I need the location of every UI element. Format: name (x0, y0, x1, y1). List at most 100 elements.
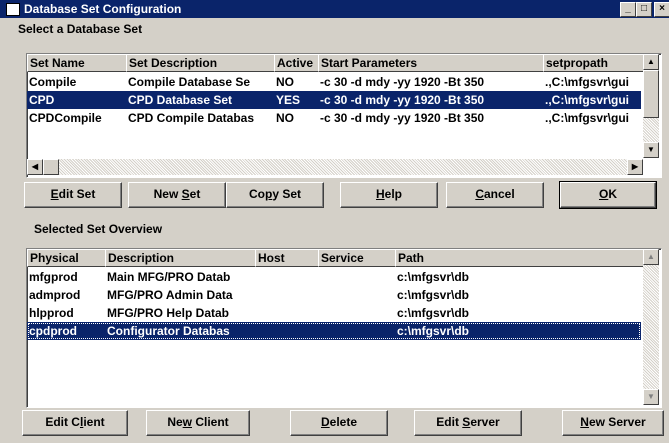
database-set-configuration-window: Database Set Configuration _ □ × Select … (0, 0, 669, 443)
physical-cell: cpdprod (29, 324, 77, 338)
table-row-selected[interactable]: cpdprod Configurator Databas c:\mfgsvr\d… (27, 322, 641, 340)
active-cell: YES (276, 93, 301, 107)
button-label: erver (470, 415, 500, 429)
host-cell (255, 268, 317, 286)
column-header-set-name[interactable]: Set Name (27, 54, 127, 72)
button-label: Co (248, 187, 265, 201)
table-row[interactable]: CPDCompile CPD Compile Databas NO -c 30 … (27, 109, 641, 127)
selected-set-overview-label: Selected Set Overview (34, 222, 163, 236)
button-hotkey: N (580, 415, 589, 429)
button-label: Edit C (45, 415, 80, 429)
new-set-button[interactable]: New Set (128, 182, 226, 208)
button-label: elp (384, 187, 402, 201)
button-label: ew Server (588, 415, 646, 429)
column-header-description[interactable]: Description (105, 249, 256, 267)
copy-set-button[interactable]: Copy Set (226, 182, 324, 208)
column-header-set-description[interactable]: Set Description (126, 54, 275, 72)
active-cell: NO (276, 111, 294, 125)
active-cell: NO (276, 75, 294, 89)
column-header-service[interactable]: Service (318, 249, 396, 267)
edit-set-button[interactable]: Edit Set (24, 182, 122, 208)
setpropath-cell: .,C:\mfgsvr\gui (545, 93, 630, 107)
horizontal-scrollbar[interactable]: ◀ ▶ (27, 159, 643, 175)
button-label: y Set (272, 187, 302, 201)
button-label: Client (192, 415, 229, 429)
host-cell (255, 304, 317, 322)
new-client-button[interactable]: New Client (146, 410, 250, 436)
path-cell: c:\mfgsvr\db (397, 306, 470, 320)
vertical-scrollbar[interactable]: ▲ ▼ (643, 249, 659, 405)
column-header-path[interactable]: Path (395, 249, 645, 267)
button-label: Edit (436, 415, 463, 429)
description-cell: MFG/PRO Admin Data (107, 288, 233, 302)
set-name-cell: CPDCompile (29, 111, 102, 125)
table-row[interactable]: mfgprod Main MFG/PRO Datab c:\mfgsvr\db (27, 268, 641, 286)
scroll-up-icon[interactable]: ▲ (643, 54, 659, 70)
button-label: ient (83, 415, 105, 429)
start-parameters-cell: -c 30 -d mdy -yy 1920 -Bt 350 (320, 75, 485, 89)
button-label: et (189, 187, 201, 201)
description-cell: MFG/PRO Help Datab (107, 306, 230, 320)
service-cell (318, 304, 394, 322)
service-cell (318, 322, 394, 340)
scroll-up-icon[interactable]: ▲ (643, 249, 659, 265)
database-set-table[interactable]: Set Name Set Description Active Start Pa… (26, 53, 662, 178)
scroll-left-icon[interactable]: ◀ (27, 159, 43, 175)
column-header-host[interactable]: Host (255, 249, 319, 267)
column-header-start-parameters[interactable]: Start Parameters (318, 54, 544, 72)
host-cell (255, 322, 317, 340)
service-cell (318, 268, 394, 286)
close-button[interactable]: × (654, 2, 669, 17)
path-cell: c:\mfgsvr\db (397, 288, 470, 302)
set-description-cell: CPD Compile Databas (128, 111, 255, 125)
minimize-button[interactable]: _ (620, 2, 636, 17)
scroll-down-icon[interactable]: ▼ (643, 389, 659, 405)
button-label: New (153, 187, 182, 201)
description-cell: Main MFG/PRO Datab (107, 270, 231, 284)
table-row[interactable]: Compile Compile Database Se NO -c 30 -d … (27, 73, 641, 91)
new-server-button[interactable]: New Server (562, 410, 664, 436)
title-bar[interactable]: Database Set Configuration _ □ × (0, 0, 669, 18)
table-row[interactable]: hlpprod MFG/PRO Help Datab c:\mfgsvr\db (27, 304, 641, 322)
scroll-thumb[interactable] (643, 70, 659, 118)
host-cell (255, 286, 317, 304)
button-hotkey: C (475, 187, 484, 201)
help-button[interactable]: Help (340, 182, 438, 208)
edit-server-button[interactable]: Edit Server (414, 410, 522, 436)
setpropath-cell: .,C:\mfgsvr\gui (545, 75, 630, 89)
button-label: ancel (483, 187, 515, 201)
table-row[interactable]: admprod MFG/PRO Admin Data c:\mfgsvr\db (27, 286, 641, 304)
scroll-right-icon[interactable]: ▶ (627, 159, 643, 175)
edit-client-button[interactable]: Edit Client (22, 410, 128, 436)
maximize-button[interactable]: □ (636, 2, 652, 17)
button-hotkey: w (182, 415, 192, 429)
set-name-cell: CPD (29, 93, 55, 107)
scroll-thumb[interactable] (43, 159, 59, 175)
column-header-setpropath[interactable]: setpropath (543, 54, 644, 72)
button-label: dit Set (58, 187, 96, 201)
column-header-physical[interactable]: Physical (27, 249, 106, 267)
window-title: Database Set Configuration (24, 2, 182, 16)
cancel-button[interactable]: Cancel (446, 182, 544, 208)
delete-button[interactable]: Delete (290, 410, 388, 436)
selected-set-overview-table[interactable]: Physical Description Host Service Path m… (26, 248, 662, 408)
path-cell: c:\mfgsvr\db (397, 270, 470, 284)
button-hotkey: D (320, 415, 330, 429)
scroll-down-icon[interactable]: ▼ (643, 142, 659, 158)
service-cell (318, 286, 394, 304)
table-row-selected[interactable]: CPD CPD Database Set YES -c 30 -d mdy -y… (27, 91, 641, 109)
set-description-cell: CPD Database Set (128, 93, 233, 107)
physical-cell: hlpprod (29, 306, 74, 320)
button-label: K (608, 187, 617, 201)
app-icon (6, 3, 20, 16)
set-description-cell: Compile Database Se (128, 75, 251, 89)
path-cell: c:\mfgsvr\db (397, 324, 470, 338)
vertical-scrollbar[interactable]: ▲ ▼ (643, 54, 659, 158)
start-parameters-cell: -c 30 -d mdy -yy 1920 -Bt 350 (320, 111, 485, 125)
set-name-cell: Compile (29, 75, 77, 89)
button-hotkey: H (375, 187, 385, 201)
button-hotkey: O (598, 187, 609, 201)
column-header-active[interactable]: Active (274, 54, 319, 72)
ok-button[interactable]: OK (559, 181, 657, 209)
physical-cell: admprod (29, 288, 81, 302)
